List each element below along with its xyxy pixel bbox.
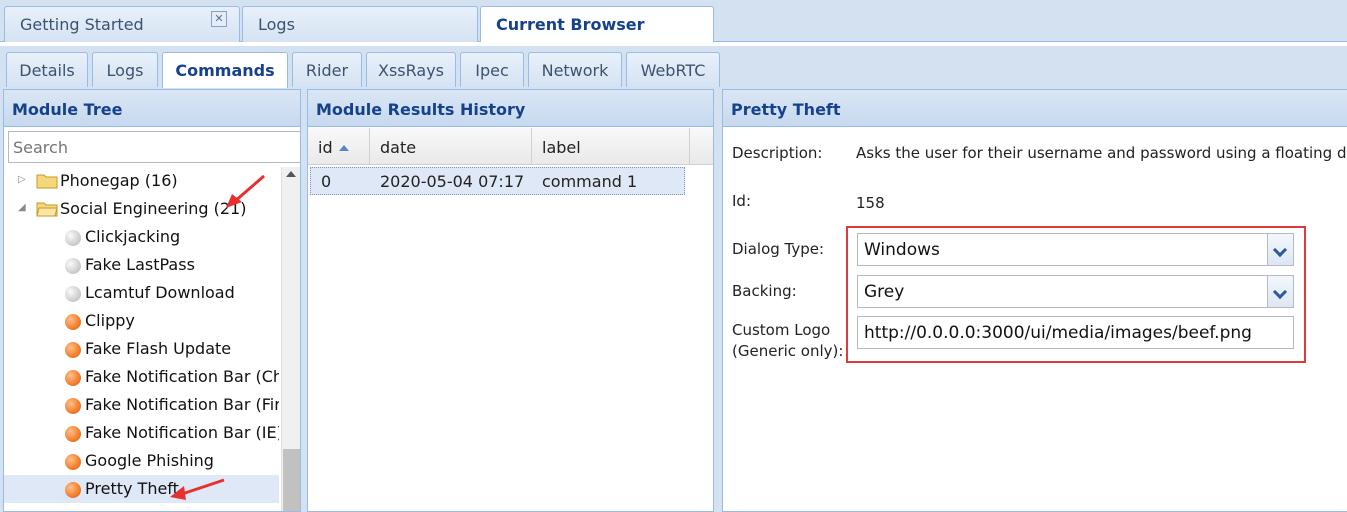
id-value: 158 [856, 194, 885, 212]
tree-item-label: Social Engineering (21) [60, 199, 247, 218]
tree-item-label: Lcamtuf Download [85, 283, 235, 302]
tree-folder-social-engineering[interactable]: ◢ Social Engineering (21) [4, 195, 279, 223]
module-tree-title: Module Tree [4, 90, 300, 127]
tab-current-browser-label: Current Browser [496, 15, 645, 34]
backing-label: Backing: [732, 282, 797, 300]
status-grey-icon [65, 258, 81, 274]
status-orange-icon [65, 482, 81, 498]
dialog-type-label: Dialog Type: [732, 240, 825, 258]
subtab-xssrays[interactable]: XssRays [366, 52, 456, 87]
cell-date: 2020-05-04 07:17 [380, 172, 525, 191]
tree-item-label: Fake Flash Update [85, 339, 232, 358]
status-grey-icon [65, 286, 81, 302]
subtab-webrtc[interactable]: WebRTC [626, 52, 720, 87]
description-label: Description: [732, 144, 823, 162]
column-id[interactable]: id [308, 128, 370, 165]
tree-item[interactable]: Lcamtuf Download [4, 279, 279, 307]
scroll-thumb[interactable] [283, 449, 300, 511]
module-tree-panel: Module Tree ▷ Phonegap (16) ◢ Social Eng… [3, 89, 301, 512]
column-date[interactable]: date [370, 128, 532, 165]
highlight-box [846, 226, 1306, 363]
table-row[interactable]: 0 2020-05-04 07:17 command 1 [310, 167, 685, 195]
cell-label: command 1 [542, 172, 638, 191]
results-history-panel: Module Results History id date label 0 2… [307, 89, 714, 512]
subtab-ipec-label: Ipec [475, 61, 509, 80]
tree-item[interactable]: Fake Notification Bar (IE) [4, 419, 279, 447]
description-text: Asks the user for their username and pas… [856, 144, 1347, 162]
tree-scrollbar[interactable] [281, 167, 300, 511]
top-tab-bar: Getting Started ✕ Logs Current Browser [0, 0, 1347, 43]
subtab-xssrays-label: XssRays [377, 61, 444, 80]
column-label[interactable]: label [532, 128, 690, 165]
cell-id: 0 [321, 172, 332, 191]
status-orange-icon [65, 342, 81, 358]
tree-item-label: Clippy [85, 311, 135, 330]
tree-item-label: Fake Notification Bar (Ch [85, 367, 279, 386]
tree-item-label: Fake Notification Bar (IE) [85, 423, 279, 442]
custom-logo-sublabel: (Generic only): [732, 342, 844, 360]
tree-item[interactable]: Fake Notification Bar (Ch [4, 363, 279, 391]
subtab-commands-label: Commands [175, 61, 275, 80]
tab-getting-started[interactable]: Getting Started ✕ [4, 6, 240, 42]
status-orange-icon [65, 426, 81, 442]
subtab-network[interactable]: Network [528, 52, 622, 87]
subtab-rider-label: Rider [305, 61, 349, 80]
module-tree: ▷ Phonegap (16) ◢ Social Engineering (21… [4, 167, 279, 511]
tree-item[interactable]: Clippy [4, 307, 279, 335]
subtab-commands[interactable]: Commands [162, 52, 288, 88]
status-orange-icon [65, 314, 81, 330]
module-search-input[interactable] [8, 131, 300, 163]
results-grid-header: id date label [308, 128, 713, 165]
tree-item[interactable]: Fake LastPass [4, 251, 279, 279]
custom-logo-label: Custom Logo [732, 321, 831, 339]
sub-tab-bar: Details Logs Commands Rider XssRays Ipec… [0, 42, 1347, 88]
tree-item[interactable]: Fake Notification Bar (Fir [4, 391, 279, 419]
folder-icon [36, 174, 58, 189]
tree-item-label: Phonegap (16) [60, 171, 178, 190]
tree-folder-phonegap[interactable]: ▷ Phonegap (16) [4, 167, 279, 195]
tree-item[interactable]: Clickjacking [4, 223, 279, 251]
subtab-details-label: Details [19, 61, 75, 80]
subtab-ipec[interactable]: Ipec [460, 52, 524, 87]
status-orange-icon [65, 370, 81, 386]
column-id-label: id [318, 138, 333, 157]
scroll-up-icon[interactable] [286, 171, 296, 177]
subtab-webrtc-label: WebRTC [640, 61, 706, 80]
status-orange-icon [65, 398, 81, 414]
expand-arrow-icon[interactable]: ▷ [18, 174, 28, 186]
status-orange-icon [65, 454, 81, 470]
collapse-arrow-icon[interactable]: ◢ [18, 202, 28, 214]
open-folder-icon [36, 202, 58, 217]
subtab-logs-label: Logs [106, 61, 144, 80]
tab-logs-label: Logs [258, 15, 295, 34]
subtab-details[interactable]: Details [6, 52, 88, 87]
column-date-label: date [380, 138, 417, 157]
tree-item-label: Fake LastPass [85, 255, 195, 274]
id-label: Id: [732, 192, 751, 210]
tab-current-browser[interactable]: Current Browser [480, 6, 714, 43]
tree-item-label: Fake Notification Bar (Fir [85, 395, 279, 414]
column-label-label: label [542, 138, 581, 157]
tree-item-selected[interactable]: Pretty Theft [4, 475, 279, 503]
module-detail-title: Pretty Theft [723, 90, 1347, 127]
tree-item[interactable]: Google Phishing [4, 447, 279, 475]
status-grey-icon [65, 230, 81, 246]
close-icon[interactable]: ✕ [211, 11, 227, 27]
tree-item-label: Google Phishing [85, 451, 214, 470]
subtab-logs[interactable]: Logs [92, 52, 158, 87]
module-detail-panel: Pretty Theft Description: Asks the user … [722, 89, 1347, 512]
tab-getting-started-label: Getting Started [20, 15, 144, 34]
results-history-title: Module Results History [308, 90, 713, 127]
subtab-network-label: Network [541, 61, 609, 80]
tab-logs[interactable]: Logs [242, 6, 478, 42]
tree-item-label: Clickjacking [85, 227, 181, 246]
tree-item-label: Pretty Theft [85, 479, 179, 498]
sort-ascending-icon [338, 145, 349, 151]
subtab-rider[interactable]: Rider [292, 52, 362, 87]
tree-item[interactable]: Fake Flash Update [4, 335, 279, 363]
